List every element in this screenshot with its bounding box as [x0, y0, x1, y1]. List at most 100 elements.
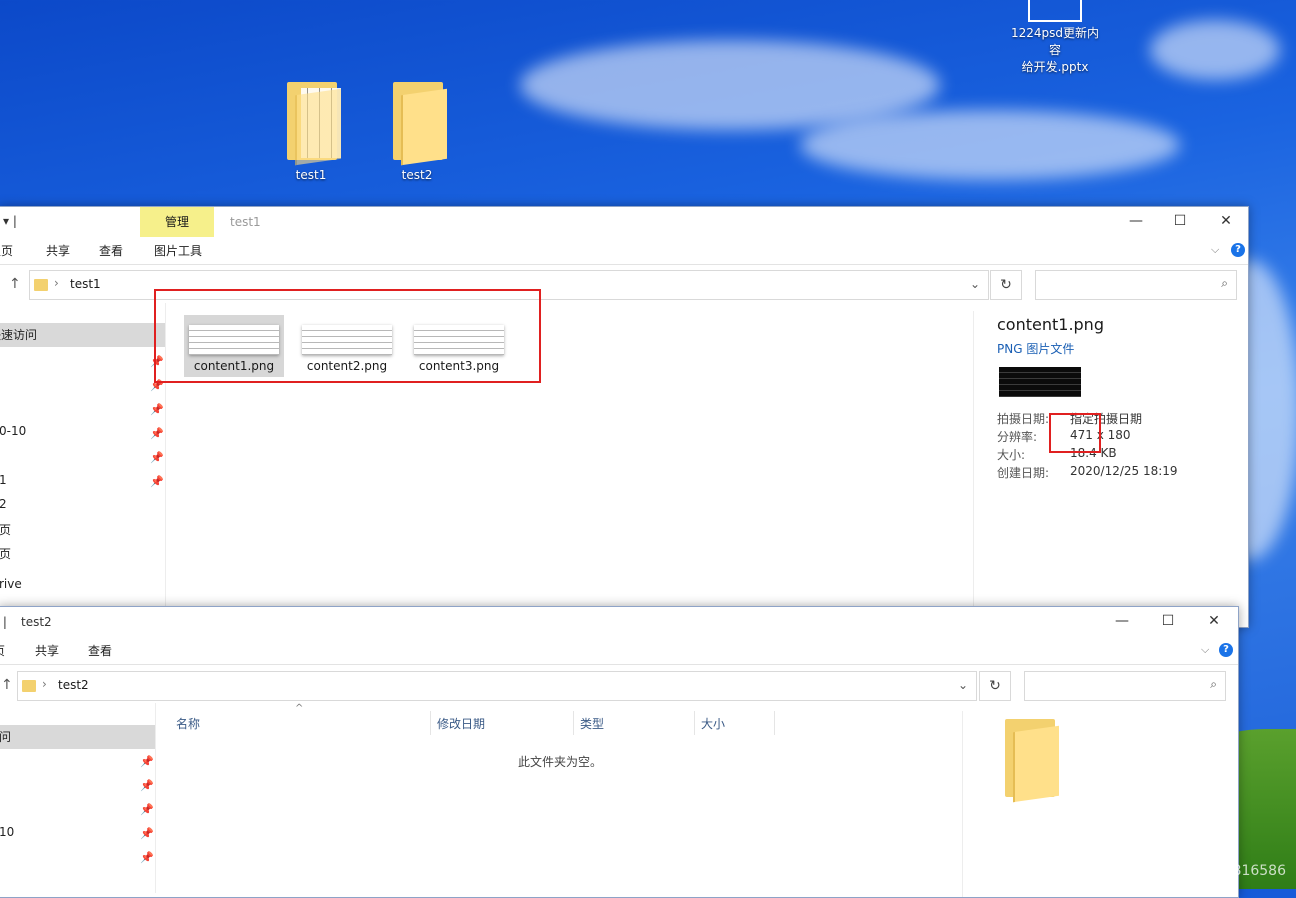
quick-access-toolbar[interactable]: ▾ | [0, 615, 7, 629]
maximize-button[interactable]: ☐ [1157, 207, 1203, 235]
column-divider [774, 711, 775, 735]
address-bar[interactable]: › test2 ⌄ [17, 671, 977, 701]
pin-icon[interactable]: 📌 [140, 851, 154, 864]
window-title: test2 [21, 615, 52, 629]
details-pane: content1.png PNG 图片文件 拍摄日期: 指定拍摄日期 分辨率: … [997, 315, 1237, 485]
details-divider [962, 711, 963, 897]
details-filename: content1.png [997, 315, 1104, 334]
window-title: test1 [230, 215, 261, 229]
minimize-button[interactable]: — [1113, 207, 1159, 235]
search-icon: ⌕ [1221, 276, 1228, 290]
pptx-file-icon[interactable] [1028, 0, 1082, 22]
folder-icon [22, 680, 36, 692]
up-arrow-icon[interactable]: ↑ [9, 276, 21, 292]
nav-item-page1[interactable]: 页 [0, 521, 11, 538]
nav-label: 快速访问 [0, 328, 38, 342]
nav-item-0-10[interactable]: 0-10 [0, 424, 26, 438]
tab-view[interactable]: 查看 [88, 642, 112, 659]
column-divider [694, 711, 695, 735]
empty-folder-message: 此文件夹为空。 [518, 755, 603, 769]
column-header-type[interactable]: 类型 [580, 715, 604, 732]
quick-access-toolbar[interactable]: ▾ | [3, 214, 17, 228]
nav-quick-access[interactable]: 快速访问 [0, 323, 165, 347]
tab-share[interactable]: 共享 [35, 642, 59, 659]
address-dropdown-icon[interactable]: ⌄ [970, 277, 980, 291]
tab-home[interactable]: 页 [0, 642, 5, 659]
title-bar: ▾ | test2 — ☐ ✕ [0, 607, 1238, 635]
desktop-folder-test2[interactable]: test2 [372, 82, 462, 182]
navigation-pane: 问 📌 📌 📌 10 📌 📌 [0, 703, 156, 893]
date-taken-label: 拍摄日期: [997, 412, 1050, 426]
help-icon[interactable]: ? [1231, 243, 1245, 257]
pin-icon[interactable]: 📌 [140, 779, 154, 792]
desktop-pptx-label[interactable]: 1224psd更新内容 给开发.pptx [1010, 24, 1100, 75]
desktop-folder-test1[interactable]: test1 [266, 82, 356, 182]
ribbon-tabs: 主页 共享 查看 图片工具 ⌵ ? [0, 237, 1248, 263]
nav-item-1[interactable]: 1 [0, 473, 7, 487]
address-text: test2 [58, 678, 89, 692]
address-dropdown-icon[interactable]: ⌄ [958, 678, 968, 692]
watermark: https://blog.csdn.net/qq_39816586 [1040, 863, 1286, 879]
search-input[interactable]: ⌕ [1035, 270, 1237, 300]
ribbon-expand-icon[interactable]: ⌵ [1201, 643, 1209, 657]
close-button[interactable]: ✕ [1203, 207, 1249, 235]
resolution-highlight-box [1049, 413, 1101, 453]
breadcrumb-chevron-icon: › [54, 276, 59, 290]
pptx-label-line1: 1224psd更新内容 [1010, 26, 1100, 57]
tab-view[interactable]: 查看 [99, 242, 123, 259]
details-filetype: PNG 图片文件 [997, 342, 1075, 356]
help-icon[interactable]: ? [1219, 643, 1233, 657]
folder-icon [34, 279, 48, 291]
explorer-window-test1: ▾ | 管理 test1 — ☐ ✕ 主页 共享 查看 图片工具 ⌵ ? ↑ ›… [0, 206, 1249, 628]
resolution-label: 分辨率: [997, 430, 1038, 444]
tab-picture-tools[interactable]: 图片工具 [154, 242, 202, 259]
created-label: 创建日期: [997, 466, 1050, 480]
column-divider [573, 711, 574, 735]
breadcrumb-chevron-icon: › [42, 677, 47, 691]
folder-preview-icon [1003, 719, 1059, 803]
pin-icon[interactable]: 📌 [140, 827, 154, 840]
ribbon-tabs: 页 共享 查看 ⌵ ? [0, 637, 1238, 663]
ribbon-expand-icon[interactable]: ⌵ [1211, 243, 1219, 257]
nav-item-page2[interactable]: 页 [0, 545, 11, 562]
up-arrow-icon[interactable]: ↑ [1, 677, 13, 693]
folder-icon [391, 82, 447, 166]
column-header-size[interactable]: 大小 [701, 715, 725, 732]
refresh-button[interactable]: ↻ [979, 671, 1011, 701]
nav-label: 问 [0, 730, 12, 744]
pin-icon[interactable]: 📌 [140, 755, 154, 768]
nav-quick-access[interactable]: 问 [0, 725, 155, 749]
nav-item-onedrive[interactable]: rive [0, 577, 22, 591]
nav-item-10[interactable]: 10 [0, 825, 14, 839]
files-highlight-box [154, 289, 541, 383]
tab-share[interactable]: 共享 [46, 242, 70, 259]
column-header-name[interactable]: 名称 [176, 715, 200, 732]
pin-icon[interactable]: 📌 [150, 475, 164, 488]
minimize-button[interactable]: — [1099, 607, 1145, 635]
explorer-window-test2: ▾ | test2 — ☐ ✕ 页 共享 查看 ⌵ ? ↑ › test2 ⌄ … [0, 606, 1239, 898]
pptx-label-line2: 给开发.pptx [1021, 60, 1089, 74]
manage-tab-label: 管理 [164, 215, 189, 229]
created-value: 2020/12/25 18:19 [1070, 464, 1178, 478]
maximize-button[interactable]: ☐ [1145, 607, 1191, 635]
size-label: 大小: [997, 448, 1026, 462]
pin-icon[interactable]: 📌 [150, 427, 164, 440]
manage-tab[interactable]: 管理 [140, 207, 214, 237]
desktop-folder-label: test2 [401, 168, 433, 182]
navigation-pane: 快速访问 📌 📌 📌 0-10 📌 📌 1 📌 2 页 页 rive [0, 303, 166, 627]
folder-icon [285, 82, 341, 166]
pin-icon[interactable]: 📌 [140, 803, 154, 816]
desktop-folder-label: test1 [295, 168, 327, 182]
pin-icon[interactable]: 📌 [150, 403, 164, 416]
pin-icon[interactable]: 📌 [150, 451, 164, 464]
nav-item-2[interactable]: 2 [0, 497, 7, 511]
close-button[interactable]: ✕ [1191, 607, 1237, 635]
tab-home[interactable]: 主页 [0, 242, 13, 259]
search-input[interactable]: ⌕ [1024, 671, 1226, 701]
cloud [800, 110, 1180, 180]
details-preview [999, 367, 1081, 397]
cloud [1150, 20, 1280, 80]
column-header-modified[interactable]: 修改日期 [437, 715, 485, 732]
address-text: test1 [70, 277, 101, 291]
refresh-button[interactable]: ↻ [990, 270, 1022, 300]
